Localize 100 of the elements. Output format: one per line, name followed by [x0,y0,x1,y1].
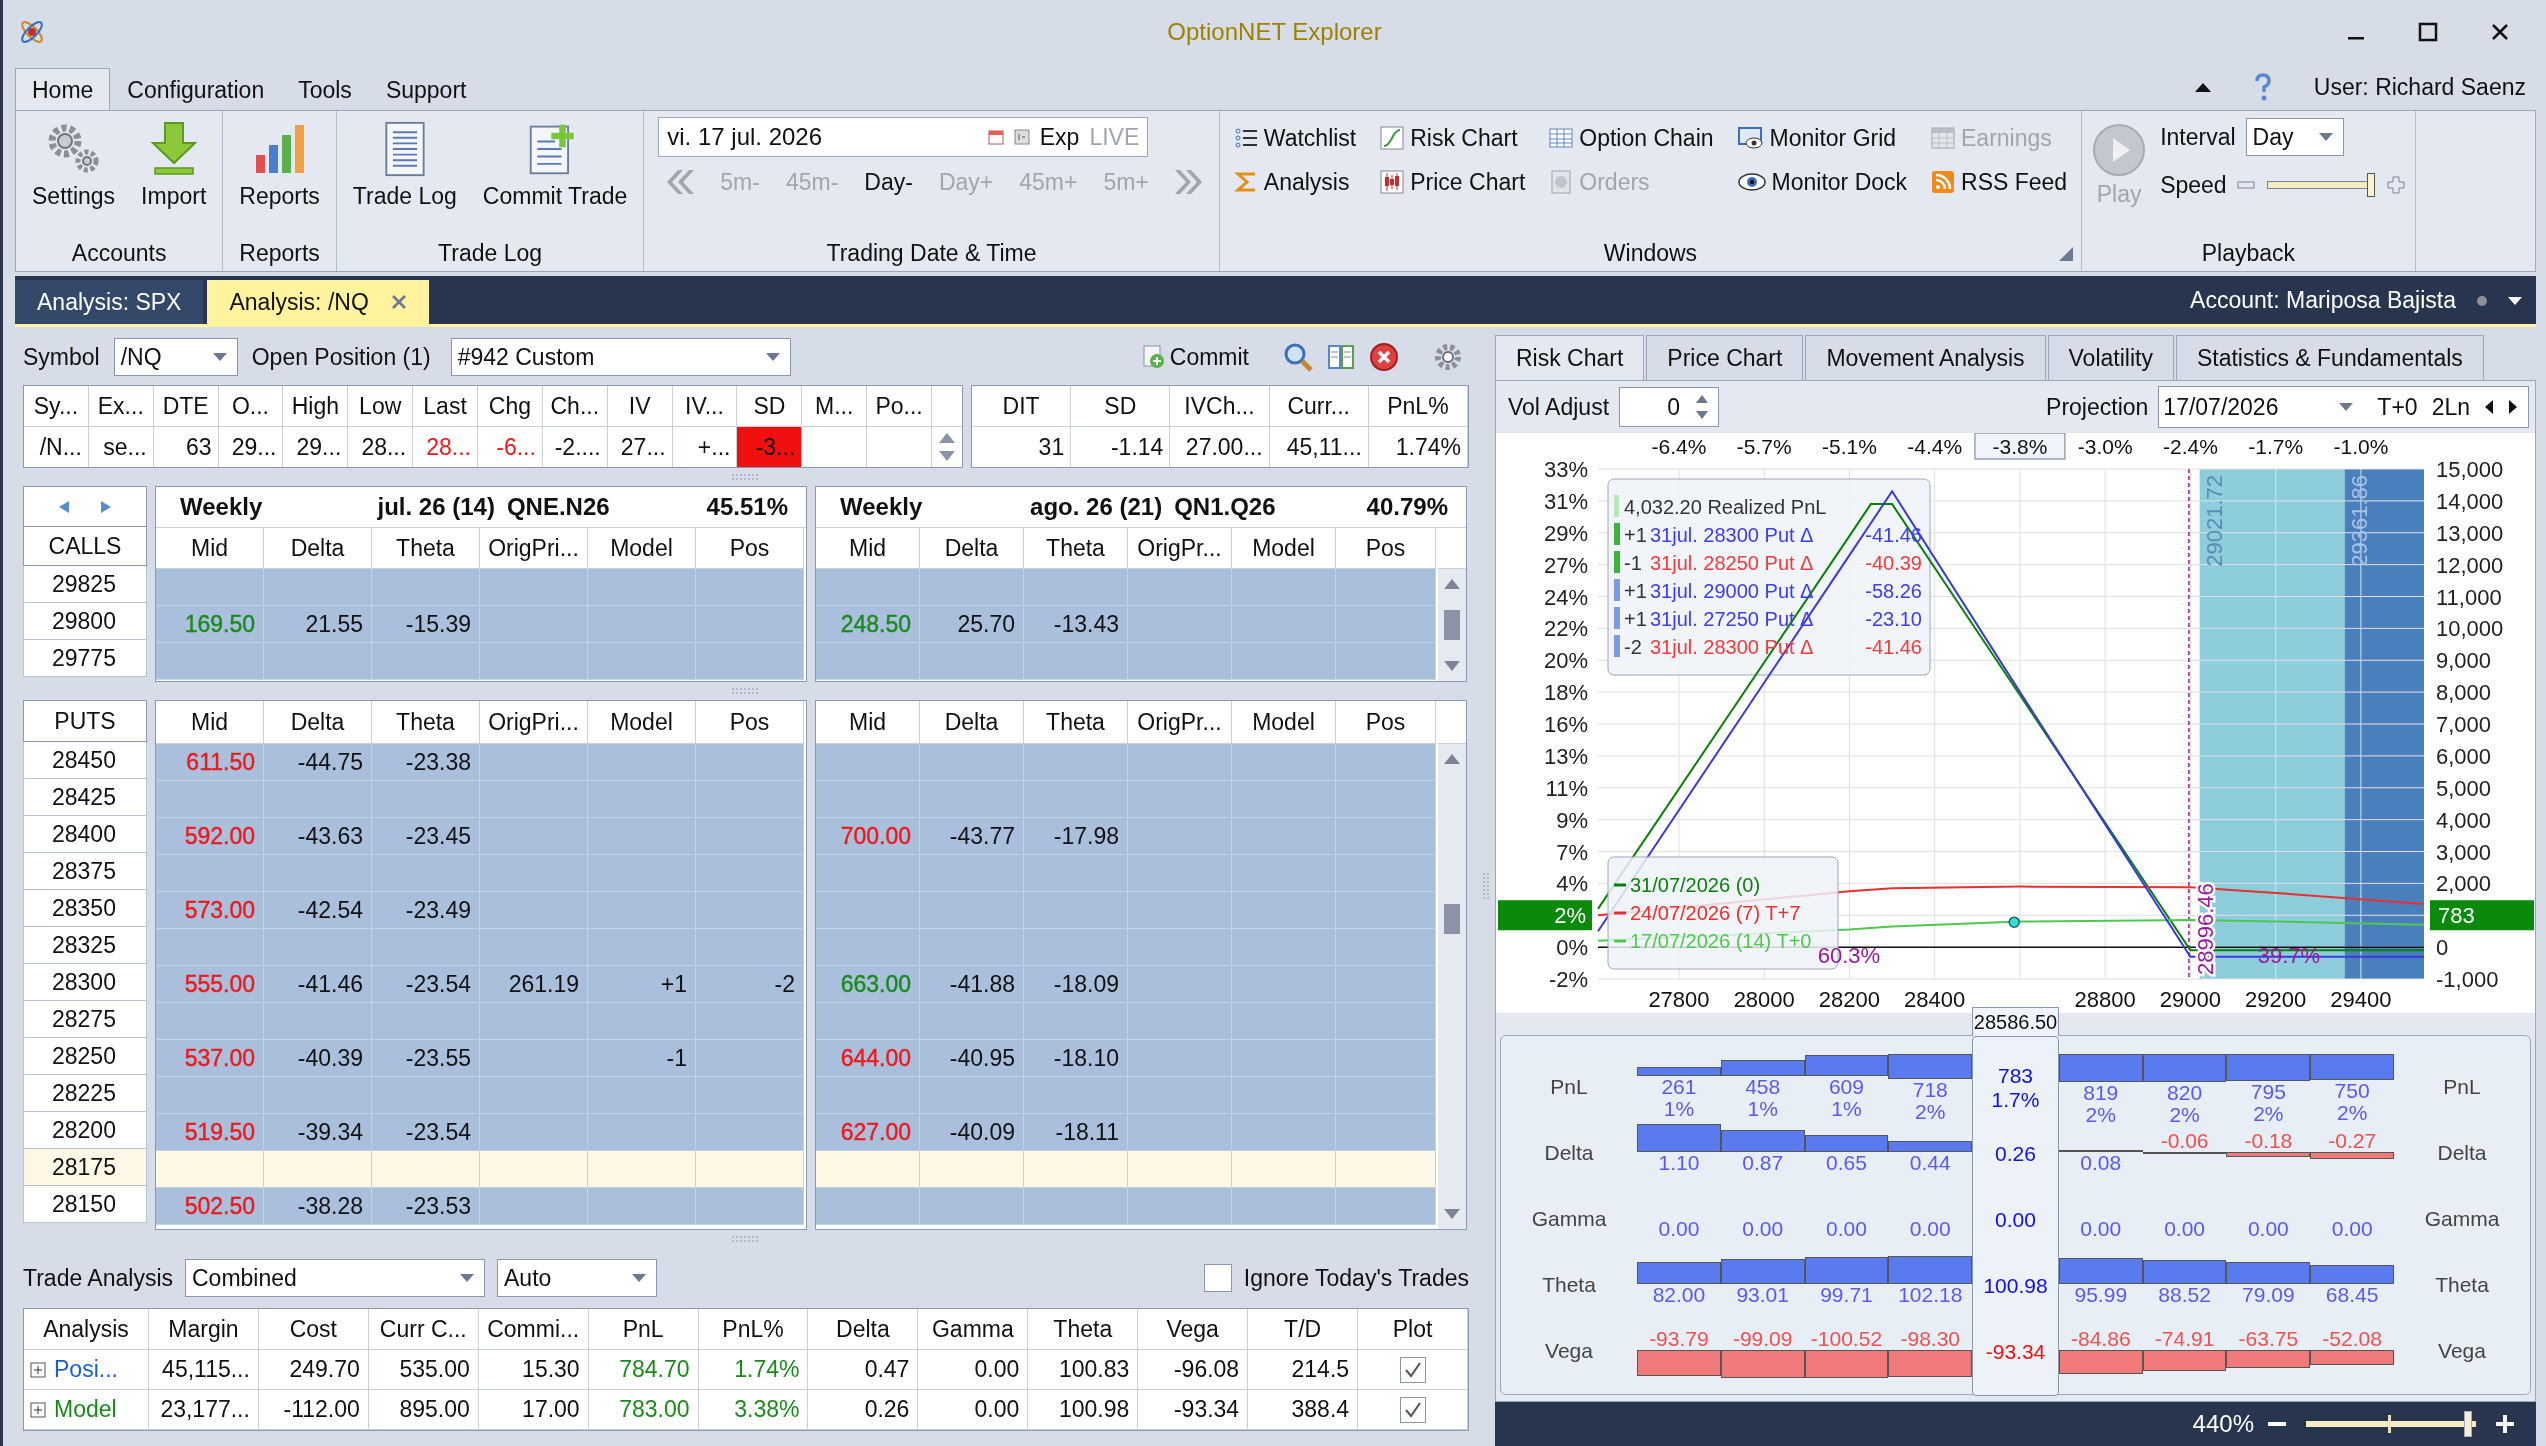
table-cell[interactable] [1232,781,1336,818]
table-cell[interactable] [1128,966,1232,1003]
table-cell[interactable]: -40.95 [920,1040,1024,1077]
speed-slider[interactable] [2266,173,2375,197]
table-cell[interactable]: -15.39 [372,606,480,643]
table-cell[interactable] [156,929,264,966]
window-button[interactable]: RSS Feed [1931,165,2068,199]
table-cell[interactable] [1336,892,1436,929]
table-cell[interactable] [1232,818,1336,855]
table-cell[interactable] [920,1077,1024,1114]
table-cell[interactable] [264,1077,372,1114]
menu-tab[interactable]: Tools [281,68,369,110]
table-cell[interactable] [1024,929,1128,966]
table-cell[interactable]: +1 [588,966,696,1003]
table-cell[interactable] [1336,966,1436,1003]
table-cell[interactable] [1232,892,1336,929]
table-cell[interactable] [1336,1003,1436,1040]
collapse-ribbon-icon[interactable] [2193,81,2212,93]
table-cell[interactable] [920,1151,1024,1188]
symbol-dropdown[interactable]: /NQ [113,338,238,376]
table-cell[interactable] [816,643,920,680]
table-cell[interactable] [480,818,588,855]
view-tab[interactable]: Risk Chart [1495,335,1645,380]
table-cell[interactable]: -41.88 [920,966,1024,1003]
table-cell[interactable] [696,744,804,781]
table-cell[interactable] [1024,855,1128,892]
table-cell[interactable] [696,1077,804,1114]
scrollbar[interactable] [1438,744,1466,1229]
scroll-thumb[interactable] [1444,610,1460,640]
splitter-grip-icon[interactable] [1483,871,1489,902]
table-cell[interactable] [480,1077,588,1114]
table-cell[interactable] [264,1151,372,1188]
strike-cell[interactable]: 28250 [23,1038,147,1075]
table-cell[interactable] [696,1188,804,1225]
table-cell[interactable] [1336,643,1436,680]
table-cell[interactable] [1336,1151,1436,1188]
column-header[interactable]: PnL% [1368,386,1468,427]
table-cell[interactable]: 21.55 [264,606,372,643]
table-cell[interactable] [480,1114,588,1151]
ribbon-button[interactable]: Trade Log [346,121,463,210]
table-cell[interactable] [696,781,804,818]
table-cell[interactable] [1128,1040,1232,1077]
table-cell[interactable] [696,606,804,643]
plus-icon[interactable] [2386,176,2405,194]
table-cell[interactable] [588,1077,696,1114]
document-tab[interactable]: Analysis: SPX [15,280,204,324]
minus-icon[interactable] [2236,180,2255,190]
table-cell[interactable] [696,1040,804,1077]
table-cell[interactable]: -23.55 [372,1040,480,1077]
column-header[interactable]: Curr... [1269,386,1369,427]
strike-cell[interactable]: 28275 [23,1001,147,1038]
plot-checkbox[interactable] [1399,1396,1426,1423]
table-cell[interactable] [588,606,696,643]
table-cell[interactable] [156,781,264,818]
table-cell[interactable] [588,1114,696,1151]
window-button[interactable]: Watchlist [1233,121,1357,155]
splitter-grip-icon[interactable] [731,474,761,480]
table-cell[interactable]: -1 [588,1040,696,1077]
zoom-in-icon[interactable] [2494,1413,2516,1435]
window-button[interactable]: Option Chain [1549,121,1714,155]
ribbon-button[interactable]: Commit Trade [476,121,634,210]
calendar-icon[interactable] [987,129,1004,145]
lines-toggle[interactable]: 2Ln [2431,393,2470,421]
table-cell[interactable] [816,929,920,966]
table-cell[interactable] [1336,606,1436,643]
projection-dropdown[interactable]: 17/07/2026 [2159,393,2364,421]
table-cell[interactable] [480,744,588,781]
table-cell[interactable]: -2 [696,966,804,1003]
vol-adjust-spinner[interactable]: 0 [1619,387,1720,427]
scroll-down-icon[interactable] [1444,661,1460,671]
table-cell[interactable] [480,643,588,680]
window-button[interactable]: Analysis [1233,165,1357,199]
column-header[interactable]: IVCh... [1170,386,1270,427]
strike-cell[interactable]: 28425 [23,779,147,816]
column-header[interactable]: M... [802,386,868,427]
table-cell[interactable]: -40.09 [920,1114,1024,1151]
strike-cell[interactable]: 29825 [23,566,147,603]
scrollbar[interactable] [1438,569,1466,681]
table-cell[interactable] [1336,569,1436,606]
table-cell[interactable] [588,892,696,929]
table-cell[interactable] [696,1114,804,1151]
column-header[interactable]: DIT [972,386,1072,427]
column-header[interactable]: Sy... [24,386,89,427]
ribbon-button[interactable]: Import [135,121,213,210]
position-dropdown[interactable]: #942 Custom [450,338,791,376]
view-tab[interactable]: Price Chart [1646,335,1804,380]
column-header[interactable]: Theta [1028,1309,1139,1350]
table-cell[interactable] [1232,1114,1336,1151]
column-header[interactable]: Ch... [542,386,608,427]
table-cell[interactable] [1232,966,1336,1003]
analysis-name[interactable]: Posi... [54,1356,118,1383]
mode-dropdown[interactable]: Combined [185,1259,485,1297]
table-cell[interactable] [1128,1151,1232,1188]
table-cell[interactable] [1024,569,1128,606]
table-cell[interactable] [588,1151,696,1188]
strike-cell[interactable]: 28400 [23,816,147,853]
rewind-icon[interactable] [664,167,695,197]
table-cell[interactable] [480,1151,588,1188]
table-cell[interactable] [156,1003,264,1040]
table-cell[interactable] [696,892,804,929]
